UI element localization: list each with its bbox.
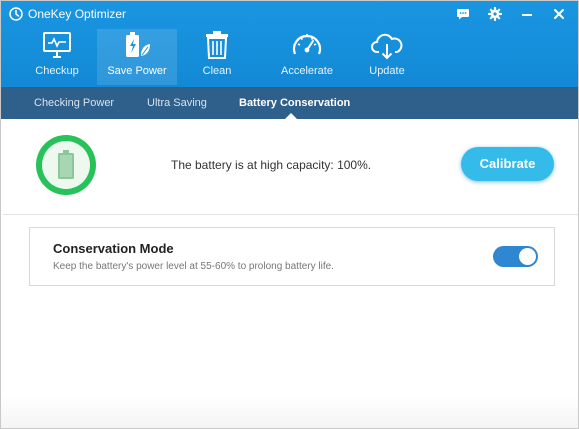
tab-checking-power[interactable]: Checking Power (34, 87, 114, 119)
onekey-logo-icon (9, 7, 23, 21)
nav-label: Clean (202, 65, 232, 77)
calibrate-button[interactable]: Calibrate (461, 147, 554, 181)
conservation-mode-toggle[interactable] (493, 246, 538, 267)
section-divider (3, 214, 578, 215)
conservation-mode-description: Keep the battery's power level at 55-60%… (53, 261, 334, 272)
app-window: OneKey Optimizer Checkup Save Power Clea… (0, 0, 579, 429)
trash-icon (200, 29, 234, 61)
title-actions (454, 5, 568, 23)
nav-item-clean[interactable]: Clean (177, 29, 257, 85)
cloud-download-icon (370, 29, 404, 61)
nav-item-save-power[interactable]: Save Power (97, 29, 177, 85)
nav-label: Save Power (107, 65, 167, 77)
main-nav: Checkup Save Power Clean Accelerate Upda… (17, 29, 427, 85)
monitor-check-icon (40, 29, 74, 61)
settings-button[interactable] (486, 5, 504, 23)
close-icon (554, 9, 564, 19)
feedback-icon (457, 9, 469, 20)
conservation-mode-card: Conservation Mode Keep the battery's pow… (29, 227, 555, 286)
tab-ultra-saving[interactable]: Ultra Saving (147, 87, 207, 119)
nav-item-checkup[interactable]: Checkup (17, 29, 97, 85)
battery-icon (58, 150, 74, 179)
footer-area (1, 396, 578, 428)
battery-status-text: The battery is at high capacity: 100%. (171, 158, 372, 172)
header: OneKey Optimizer Checkup Save Power Clea… (1, 1, 578, 87)
battery-status-badge (36, 135, 96, 195)
title-bar: OneKey Optimizer (1, 1, 578, 27)
nav-item-accelerate[interactable]: Accelerate (267, 29, 347, 85)
minimize-icon (522, 14, 532, 16)
conservation-mode-title: Conservation Mode (53, 241, 174, 256)
speedometer-icon (290, 29, 324, 61)
settings-icon (488, 7, 502, 21)
nav-item-update[interactable]: Update (347, 29, 427, 85)
feedback-button[interactable] (454, 5, 472, 23)
active-tab-indicator (284, 113, 298, 120)
nav-label: Update (369, 65, 405, 77)
toggle-knob (519, 248, 536, 265)
close-button[interactable] (550, 5, 568, 23)
nav-label: Checkup (35, 65, 79, 77)
minimize-button[interactable] (518, 5, 536, 23)
nav-label: Accelerate (281, 65, 333, 77)
battery-status-inner (42, 141, 90, 189)
app-title: OneKey Optimizer (28, 7, 127, 21)
battery-leaf-icon (120, 29, 154, 61)
